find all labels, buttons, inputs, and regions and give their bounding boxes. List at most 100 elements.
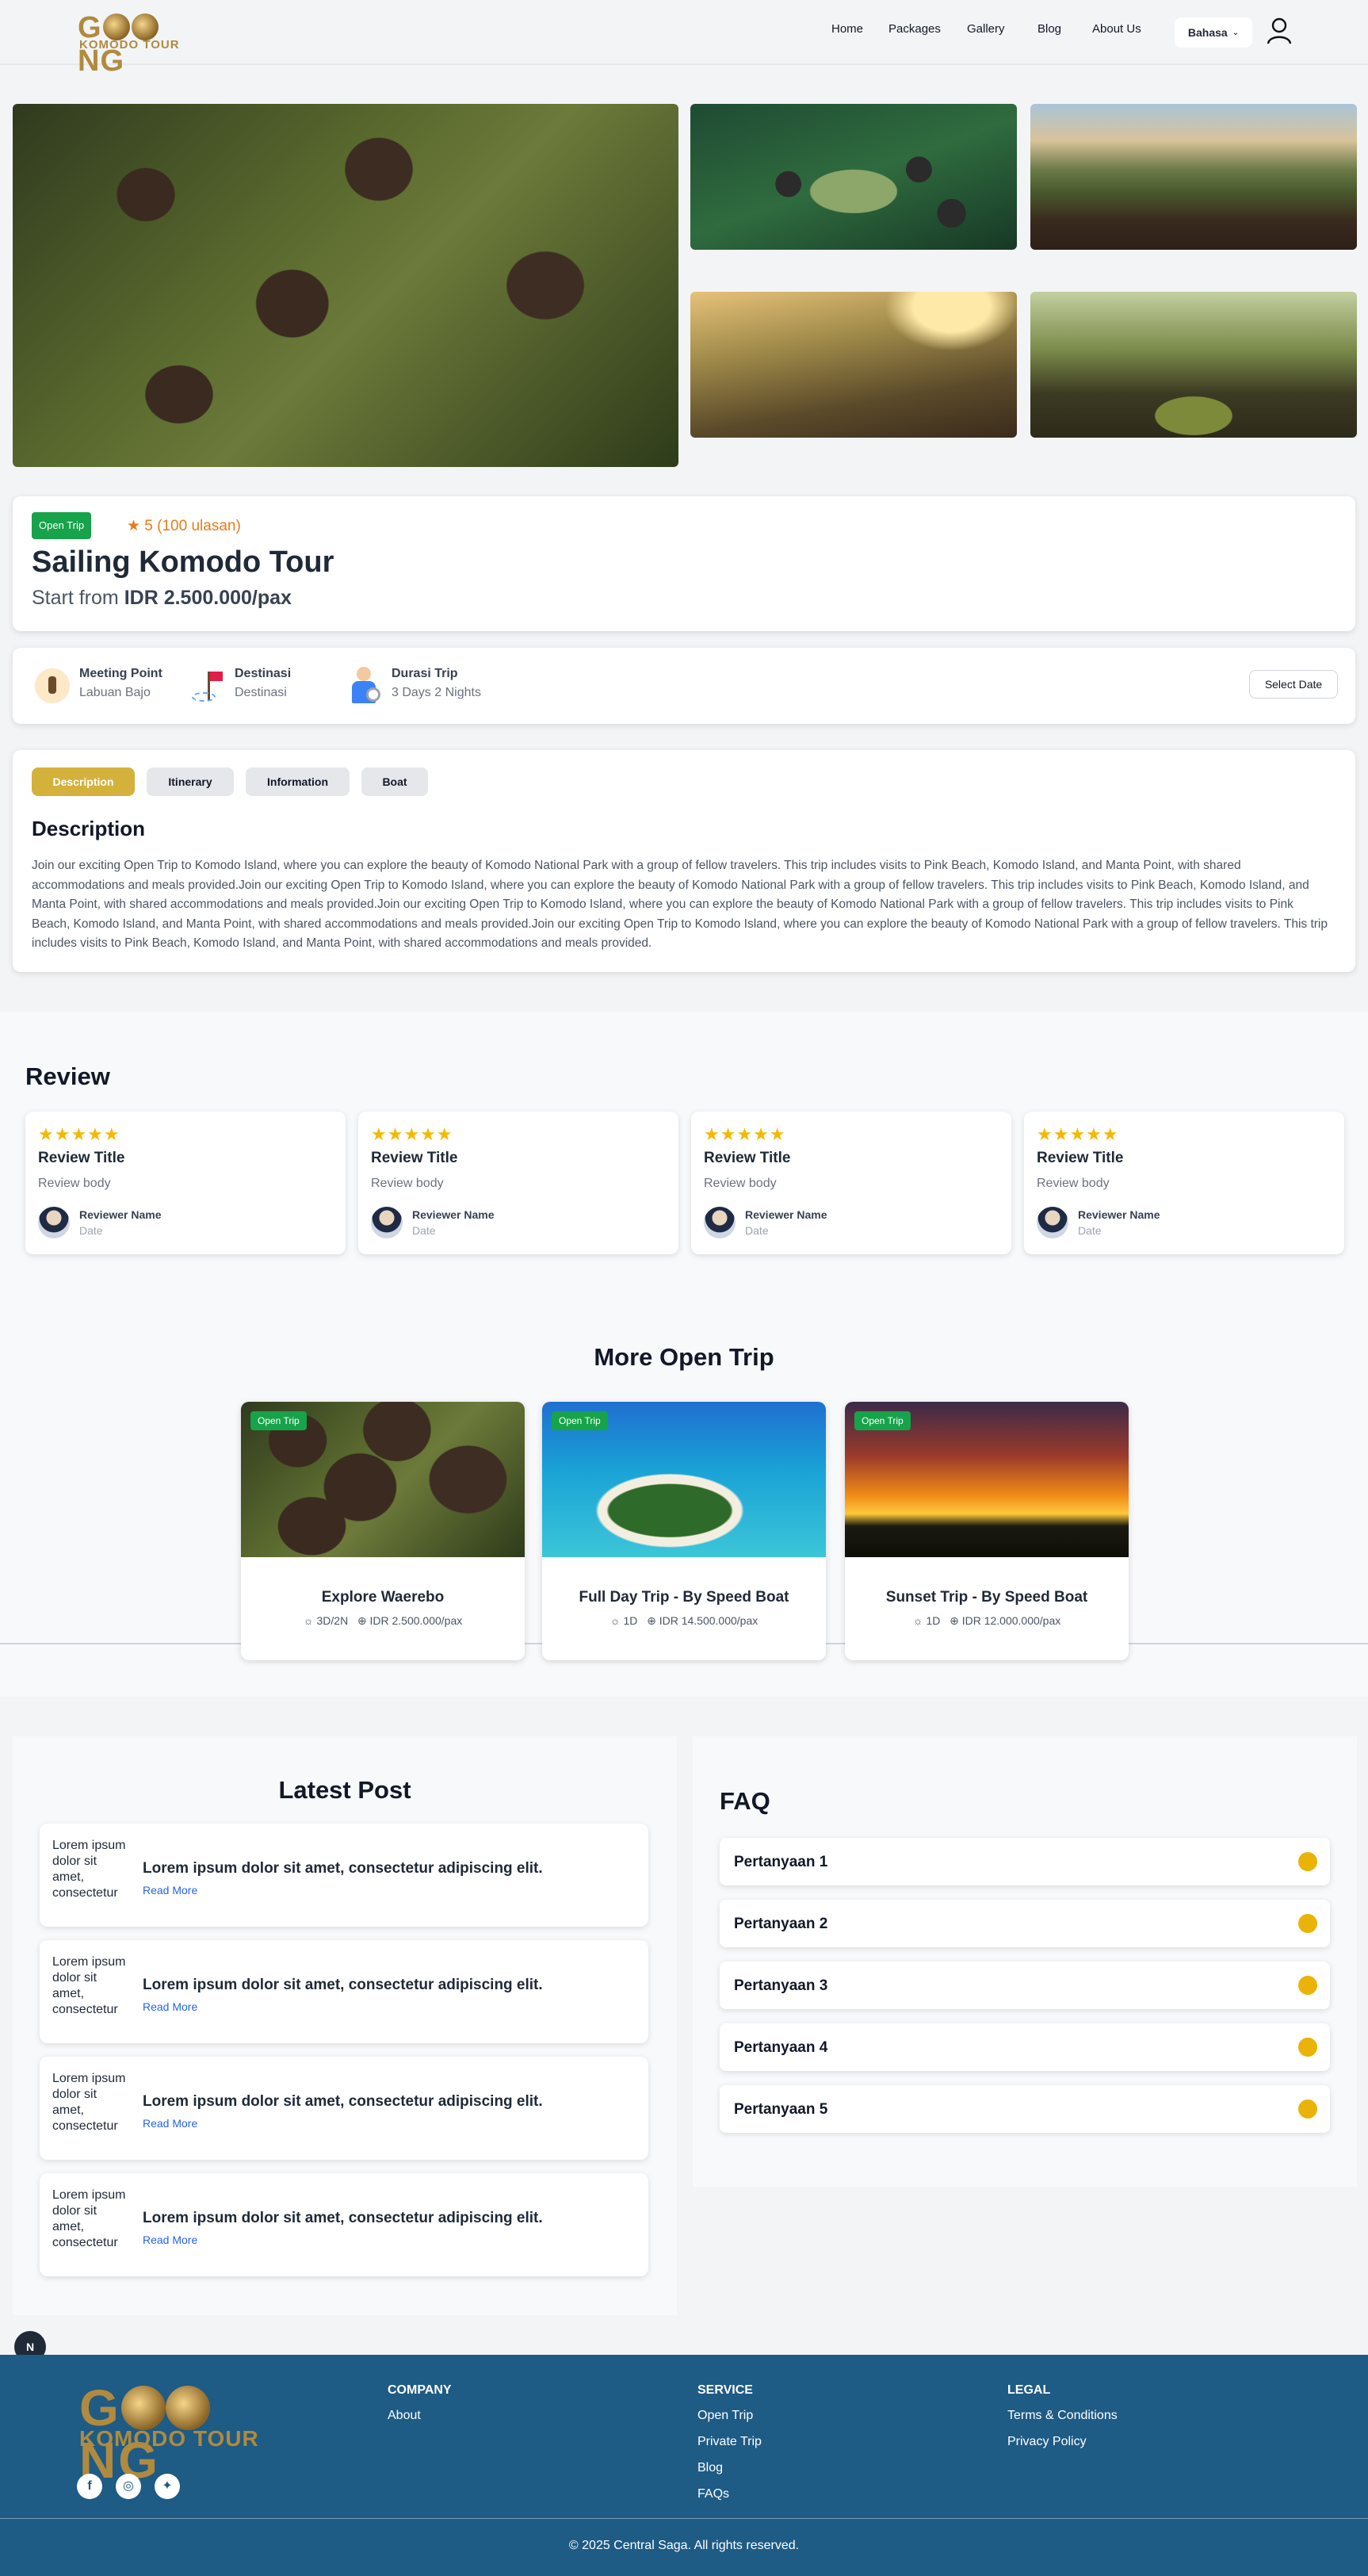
trip-price: IDR 14.500.000/pax — [659, 1614, 759, 1627]
review-card: ★★★★★ Review Title Review body Reviewer … — [691, 1112, 1011, 1254]
post-card[interactable]: Lorem ipsum dolor sit amet, consectetur … — [40, 1940, 648, 2043]
trip-name: Full Day Trip - By Speed Boat — [579, 1589, 789, 1606]
footer-divider — [0, 2518, 1368, 2519]
footer-link-blog[interactable]: Blog — [697, 2461, 723, 2475]
review-date: Date — [79, 1224, 103, 1237]
coin-icon: ⊕ — [647, 1614, 656, 1627]
gong-icon — [131, 13, 159, 40]
footer-link-open-trip[interactable]: Open Trip — [697, 2409, 753, 2423]
review-title: Review Title — [38, 1150, 125, 1166]
trip-info-card: Meeting Point Labuan Bajo Destinasi Dest… — [13, 648, 1355, 724]
faq-question: Pertanyaan 1 — [734, 1854, 828, 1870]
nav-gallery[interactable]: Gallery — [967, 22, 1005, 36]
gallery-image[interactable] — [690, 292, 1017, 438]
tab-itinerary[interactable]: Itinerary — [147, 767, 234, 796]
faq-item[interactable]: Pertanyaan 3 — [720, 1962, 1330, 2009]
reviewer-name: Reviewer Name — [745, 1208, 827, 1221]
gallery-main-image[interactable] — [13, 104, 678, 467]
trip-header-card: Open Trip ★ 5 (100 ulasan) Sailing Komod… — [13, 496, 1355, 631]
post-image: Lorem ipsum dolor sit amet, consectetur — [52, 2188, 126, 2249]
nav-blog[interactable]: Blog — [1037, 22, 1061, 36]
trip-card[interactable]: Open Trip Explore Waerebo ☼ 3D/2N ⊕ IDR … — [241, 1402, 525, 1660]
gallery-image[interactable] — [1030, 104, 1357, 250]
open-trip-badge: Open Trip — [552, 1411, 608, 1430]
nav-about-us[interactable]: About Us — [1092, 22, 1141, 36]
duration-label: Durasi Trip — [392, 667, 458, 680]
gallery-image[interactable] — [690, 104, 1017, 250]
faq-item[interactable]: Pertanyaan 4 — [720, 2023, 1330, 2071]
trip-card[interactable]: Open Trip Full Day Trip - By Speed Boat … — [542, 1402, 826, 1660]
brand-logo[interactable]: GNG KOMODO TOUR — [78, 11, 181, 78]
description-heading: Description — [32, 817, 146, 840]
read-more-link[interactable]: Read More — [143, 1884, 197, 1897]
post-card[interactable]: Lorem ipsum dolor sit amet, consectetur … — [40, 2173, 648, 2276]
gong-icon — [165, 2386, 210, 2430]
tab-boat[interactable]: Boat — [361, 767, 428, 796]
footer-legal-heading: LEGAL — [1007, 2383, 1051, 2397]
top-navbar: GNG KOMODO TOUR Home Packages Gallery Bl… — [0, 0, 1368, 78]
read-more-link[interactable]: Read More — [143, 2117, 197, 2130]
language-selector[interactable]: Bahasa ⌄ — [1175, 17, 1252, 48]
review-body: Review body — [1037, 1177, 1110, 1190]
trip-price: IDR 12.000.000/pax — [961, 1614, 1061, 1627]
trip-meta: ☼ 3D/2N ⊕ IDR 2.500.000/pax — [241, 1614, 525, 1628]
meeting-point-value: Labuan Bajo — [79, 686, 151, 699]
select-date-button[interactable]: Select Date — [1249, 670, 1338, 699]
read-more-link[interactable]: Read More — [143, 2000, 197, 2013]
post-title: Lorem ipsum dolor sit amet, consectetur … — [143, 1860, 543, 1877]
footer-logo[interactable]: GNG KOMODO TOUR — [79, 2382, 277, 2486]
facebook-icon[interactable]: f — [77, 2474, 102, 2499]
trip-duration: 1D — [623, 1614, 638, 1627]
faq-item[interactable]: Pertanyaan 5 — [720, 2085, 1330, 2133]
faq-question: Pertanyaan 4 — [734, 2039, 828, 2056]
post-image: Lorem ipsum dolor sit amet, consectetur — [52, 1955, 126, 2016]
twitter-icon[interactable]: ✦ — [155, 2474, 180, 2499]
instagram-icon[interactable]: ◎ — [116, 2474, 141, 2499]
latest-post-heading: Latest Post — [278, 1776, 411, 1804]
clock-icon: ☼ — [609, 1614, 621, 1627]
language-label: Bahasa — [1187, 26, 1228, 39]
destination-value: Destinasi — [235, 686, 287, 699]
tab-information[interactable]: Information — [246, 767, 350, 796]
avatar — [371, 1207, 403, 1238]
footer-link-terms[interactable]: Terms & Conditions — [1007, 2409, 1118, 2423]
chevron-down-icon — [1298, 1914, 1317, 1933]
post-card[interactable]: Lorem ipsum dolor sit amet, consectetur … — [40, 1824, 648, 1927]
footer: GNG KOMODO TOUR f ◎ ✦ COMPANY About SERV… — [0, 2355, 1368, 2576]
review-title: Review Title — [704, 1150, 791, 1166]
gong-icon — [120, 2386, 166, 2430]
nav-home[interactable]: Home — [831, 22, 863, 36]
destination-flag-icon — [190, 668, 225, 703]
trip-card[interactable]: Open Trip Sunset Trip - By Speed Boat ☼ … — [845, 1402, 1129, 1660]
review-date: Date — [745, 1224, 769, 1237]
tab-description[interactable]: Description — [32, 767, 135, 796]
user-icon[interactable] — [1267, 17, 1292, 44]
nav-packages[interactable]: Packages — [888, 22, 941, 36]
post-title: Lorem ipsum dolor sit amet, consectetur … — [143, 1977, 543, 1993]
copyright-text: © 2025 Central Saga. All rights reserved… — [568, 2539, 800, 2552]
footer-link-about[interactable]: About — [388, 2409, 421, 2423]
star-rating-icon: ★★★★★ — [371, 1124, 453, 1144]
gallery-image[interactable] — [1030, 292, 1357, 438]
review-body: Review body — [704, 1177, 777, 1190]
trip-price: Start from IDR 2.500.000/pax — [32, 587, 292, 610]
footer-link-privacy[interactable]: Privacy Policy — [1007, 2435, 1087, 2449]
faq-item[interactable]: Pertanyaan 2 — [720, 1900, 1330, 1947]
more-trips-heading: More Open Trip — [594, 1343, 774, 1371]
star-rating-icon: ★★★★★ — [38, 1124, 120, 1144]
chevron-down-icon — [1298, 1852, 1317, 1871]
footer-link-faqs[interactable]: FAQs — [697, 2487, 729, 2501]
faq-item[interactable]: Pertanyaan 1 — [720, 1838, 1330, 1885]
trip-price: IDR 2.500.000/pax — [369, 1614, 463, 1627]
footer-link-private-trip[interactable]: Private Trip — [697, 2435, 762, 2449]
description-body: Join our exciting Open Trip to Komodo Is… — [32, 859, 1328, 950]
review-heading: Review — [25, 1062, 110, 1090]
coin-icon: ⊕ — [950, 1614, 959, 1627]
post-title: Lorem ipsum dolor sit amet, consectetur … — [143, 2210, 543, 2226]
chevron-down-icon — [1298, 2099, 1317, 2119]
review-title: Review Title — [371, 1150, 458, 1166]
post-card[interactable]: Lorem ipsum dolor sit amet, consectetur … — [40, 2057, 648, 2160]
review-card: ★★★★★ Review Title Review body Reviewer … — [25, 1112, 346, 1254]
trip-duration: 3D/2N — [316, 1614, 349, 1627]
read-more-link[interactable]: Read More — [143, 2233, 197, 2246]
